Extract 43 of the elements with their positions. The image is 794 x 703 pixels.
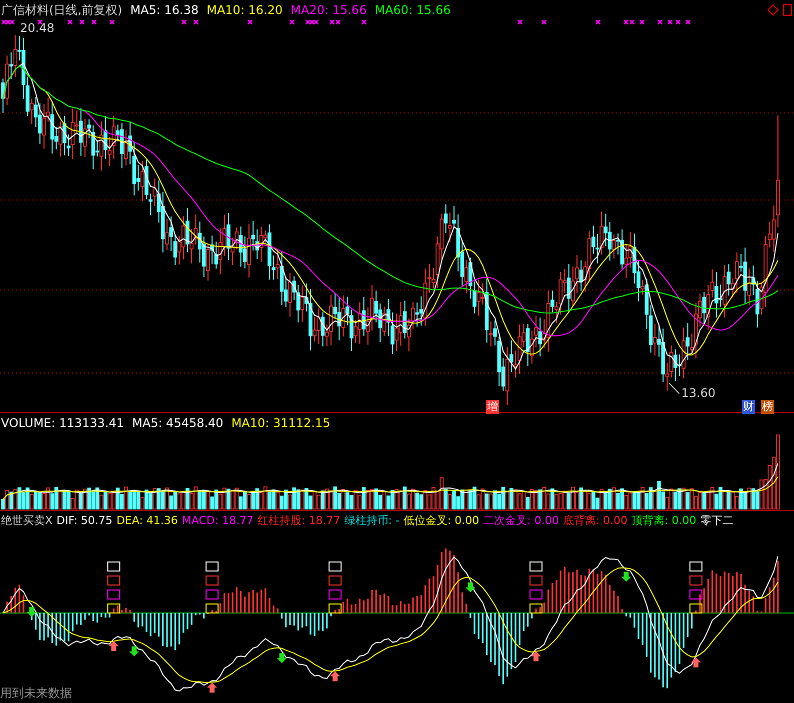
indicator-value: MA5: 45458.40 xyxy=(132,416,224,430)
down-arrow-icon xyxy=(465,582,476,592)
indicator-value: MA20: 15.66 xyxy=(290,3,367,17)
up-arrow-icon xyxy=(690,657,701,668)
down-arrow-icon xyxy=(621,572,632,582)
up-arrow-icon xyxy=(207,682,218,693)
signal-squares-drawing xyxy=(107,562,120,614)
indicator-value: DEA: 41.36 xyxy=(116,514,178,527)
down-arrow-icon xyxy=(26,606,37,617)
chart-marker: 增 xyxy=(486,400,499,414)
warning-note: 用到未来数据 xyxy=(0,685,72,702)
indicator-value: MA10: 16.20 xyxy=(206,3,283,17)
indicator-value: MA60: 15.66 xyxy=(374,3,451,17)
signal-squares-drawing xyxy=(206,562,219,614)
indicator-value: DIF: 50.75 xyxy=(56,514,112,527)
low-price-label: 13.60 xyxy=(681,386,716,400)
indicator-value: 顶背离: 0.00 xyxy=(632,513,696,528)
chart-marker: 财 xyxy=(742,400,755,414)
signal-squares-drawing xyxy=(328,562,342,614)
up-arrow-icon xyxy=(108,641,119,651)
indicator-value: MACD: 18.77 xyxy=(182,514,254,527)
indicator-value: MA10: 31112.15 xyxy=(231,416,330,430)
indicator-value: 底背离: 0.00 xyxy=(562,513,628,528)
leader-line xyxy=(668,382,680,394)
indicator-value: 二次金叉: 0.00 xyxy=(483,513,559,528)
stock-title: 广信材料(日线,前复权) xyxy=(1,2,122,18)
signal-squares-drawing xyxy=(689,562,702,614)
indicator-name: 绝世买卖X xyxy=(1,513,53,528)
indicator-value: 红柱持股: 18.77 xyxy=(258,513,340,528)
indicator-value: 绿柱持币: - xyxy=(344,513,400,528)
chart-marker: 榜 xyxy=(761,400,774,414)
down-arrow-icon xyxy=(129,646,140,656)
indicator-value: 零下二 xyxy=(700,513,734,528)
signal-squares-drawing xyxy=(530,562,542,614)
up-arrow-icon xyxy=(330,671,340,682)
up-arrow-icon xyxy=(531,651,541,662)
down-arrow-icon xyxy=(276,653,287,664)
high-price-label: 20.48 xyxy=(20,21,54,35)
indicator-value: 低位金叉: 0.00 xyxy=(403,513,480,528)
diamond-icon[interactable] xyxy=(767,4,779,16)
indicator-value: VOLUME: 113133.41 xyxy=(1,416,124,430)
window-icon[interactable] xyxy=(783,4,792,16)
indicator-value: MA5: 16.38 xyxy=(130,3,199,17)
